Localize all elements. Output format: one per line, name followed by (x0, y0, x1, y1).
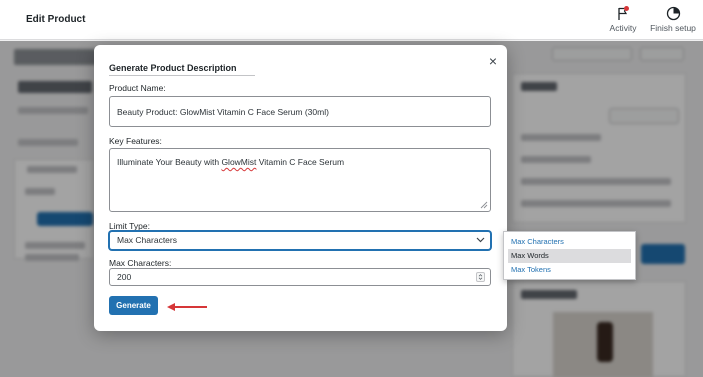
resize-handle-icon[interactable] (480, 201, 488, 209)
modal-title: Generate Product Description (109, 63, 255, 76)
red-arrow-icon (167, 303, 207, 311)
product-name-input[interactable]: Beauty Product: GlowMist Vitamin C Face … (109, 96, 491, 127)
key-features-label: Key Features: (109, 136, 162, 146)
activity-button[interactable]: Activity (603, 6, 643, 33)
finish-setup-label: Finish setup (650, 23, 696, 33)
generate-description-modal: × Generate Product Description Product N… (94, 45, 507, 331)
activity-label: Activity (609, 23, 637, 33)
limit-type-value: Max Characters (117, 235, 177, 245)
limit-type-options: Max Characters Max Words Max Tokens (503, 231, 636, 280)
chevron-down-icon (476, 237, 485, 243)
generate-button[interactable]: Generate (109, 296, 158, 315)
option-max-characters[interactable]: Max Characters (508, 235, 631, 249)
number-stepper-icon[interactable] (476, 272, 485, 282)
key-features-text-end: Vitamin C Face Serum (256, 157, 345, 167)
key-features-text: Illuminate Your Beauty with (117, 157, 222, 167)
page-title: Edit Product (26, 14, 86, 25)
finish-setup-button[interactable]: Finish setup (648, 6, 698, 33)
limit-type-label: Limit Type: (109, 221, 150, 231)
product-name-label: Product Name: (109, 83, 166, 93)
max-characters-input[interactable]: 200 (109, 268, 491, 286)
option-max-tokens[interactable]: Max Tokens (508, 263, 631, 277)
spellcheck-word: GlowMist (221, 157, 257, 167)
option-max-words[interactable]: Max Words (508, 249, 631, 263)
close-icon[interactable]: × (487, 54, 499, 68)
key-features-textarea[interactable]: Illuminate Your Beauty with GlowMist Vit… (109, 148, 491, 212)
progress-circle-icon (666, 6, 680, 21)
limit-type-select[interactable]: Max Characters (109, 231, 491, 250)
max-characters-value: 200 (117, 272, 132, 282)
flag-icon (618, 6, 629, 20)
max-characters-label: Max Characters: (109, 258, 172, 268)
top-bar: Edit Product Activity Finish setup (0, 0, 703, 40)
